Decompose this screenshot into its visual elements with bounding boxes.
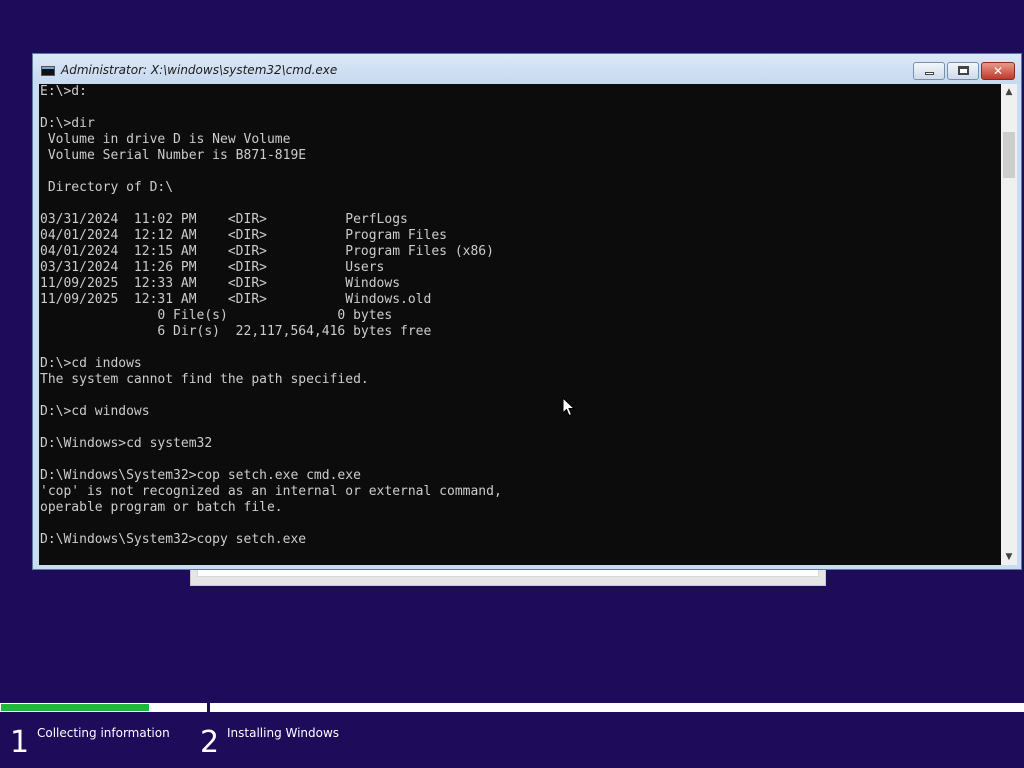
- console-text: E:\>d: D:\>dir Volume in drive D is New …: [40, 84, 502, 547]
- progress-step-divider: [207, 703, 210, 712]
- chevron-up-icon[interactable]: ▲: [1001, 84, 1017, 100]
- vertical-scrollbar[interactable]: ▲ ▼: [1001, 84, 1017, 565]
- title-bar[interactable]: Administrator: X:\windows\system32\cmd.e…: [33, 54, 1021, 84]
- console-output[interactable]: E:\>d: D:\>dir Volume in drive D is New …: [39, 84, 1001, 565]
- cmd-icon[interactable]: [41, 66, 55, 76]
- cmd-window: Administrator: X:\windows\system32\cmd.e…: [32, 53, 1022, 570]
- window-title: Administrator: X:\windows\system32\cmd.e…: [61, 63, 338, 77]
- setup-progress-bar: [0, 703, 1024, 712]
- chevron-down-icon[interactable]: ▼: [1001, 549, 1017, 565]
- step-number: 1: [10, 725, 30, 760]
- close-button[interactable]: [981, 62, 1015, 80]
- scroll-thumb[interactable]: [1003, 132, 1015, 178]
- step-label: Installing Windows: [227, 726, 340, 740]
- mouse-pointer-icon: [562, 397, 576, 417]
- maximize-button[interactable]: [947, 62, 979, 80]
- step-number: 2: [200, 725, 220, 760]
- minimize-button[interactable]: [913, 62, 945, 80]
- setup-progress-fill: [1, 704, 150, 711]
- step-label: Collecting information: [37, 726, 170, 740]
